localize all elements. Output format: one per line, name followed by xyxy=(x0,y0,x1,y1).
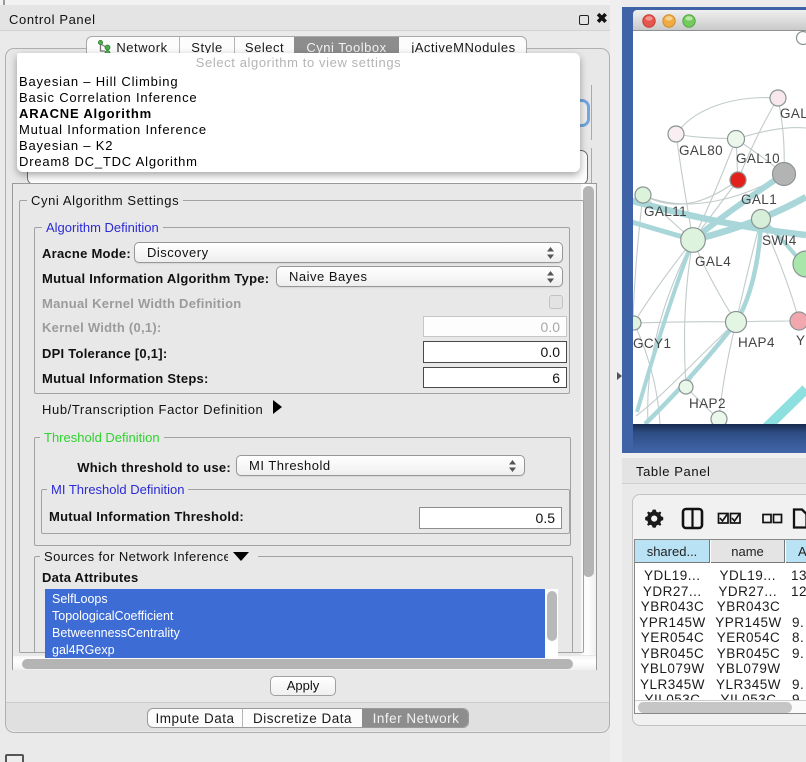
svg-text:GAL80: GAL80 xyxy=(679,143,723,158)
svg-text:GAL4: GAL4 xyxy=(695,254,731,269)
svg-text:HAP4: HAP4 xyxy=(738,335,775,350)
svg-text:GCY1: GCY1 xyxy=(633,336,671,351)
svg-text:GAL1: GAL1 xyxy=(741,192,777,207)
svg-text:HAP2: HAP2 xyxy=(689,396,726,411)
svg-text:Y: Y xyxy=(796,333,805,348)
svg-text:GAL11: GAL11 xyxy=(644,204,687,219)
svg-text:SWI4: SWI4 xyxy=(762,233,797,248)
svg-text:GAL2: GAL2 xyxy=(780,106,806,121)
svg-text:GAL10: GAL10 xyxy=(736,151,780,166)
